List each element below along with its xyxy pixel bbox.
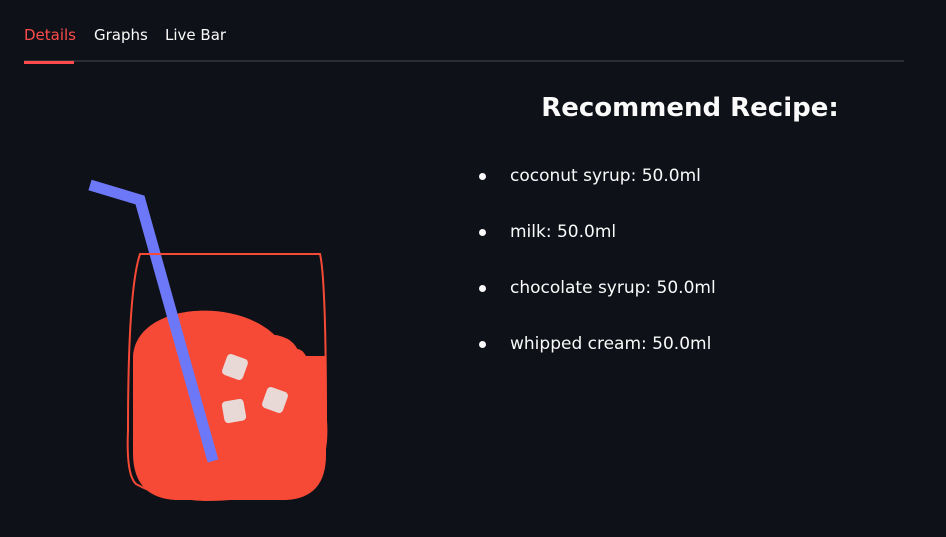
ingredient-text: milk: 50.0ml (510, 222, 617, 242)
ingredient-text: coconut syrup: 50.0ml (510, 166, 701, 186)
tab-details[interactable]: Details (24, 20, 77, 64)
active-tab-indicator (24, 61, 74, 64)
bullet-icon (479, 341, 486, 348)
ingredient-text: chocolate syrup: 50.0ml (510, 278, 716, 298)
tab-graphs[interactable]: Graphs (94, 20, 148, 62)
tab-details-label: Details (24, 26, 77, 44)
ice-cube-3 (221, 398, 247, 424)
tab-bar: Details Graphs Live Bar (24, 20, 904, 64)
list-item: milk: 50.0ml (478, 218, 716, 274)
bullet-icon (479, 173, 486, 180)
ingredient-list: coconut syrup: 50.0ml milk: 50.0ml choco… (478, 162, 716, 386)
ingredient-text: whipped cream: 50.0ml (510, 334, 712, 354)
bullet-icon (479, 285, 486, 292)
list-item: whipped cream: 50.0ml (478, 330, 716, 386)
tab-live-bar-label: Live Bar (165, 26, 227, 44)
bullet-icon (479, 229, 486, 236)
tab-graphs-label: Graphs (94, 26, 148, 44)
list-item: chocolate syrup: 50.0ml (478, 274, 716, 330)
list-item: coconut syrup: 50.0ml (478, 162, 716, 218)
recipe-title: Recommend Recipe: (541, 93, 839, 123)
tab-live-bar[interactable]: Live Bar (165, 20, 226, 62)
drink-glass-with-straw-icon (80, 170, 350, 520)
